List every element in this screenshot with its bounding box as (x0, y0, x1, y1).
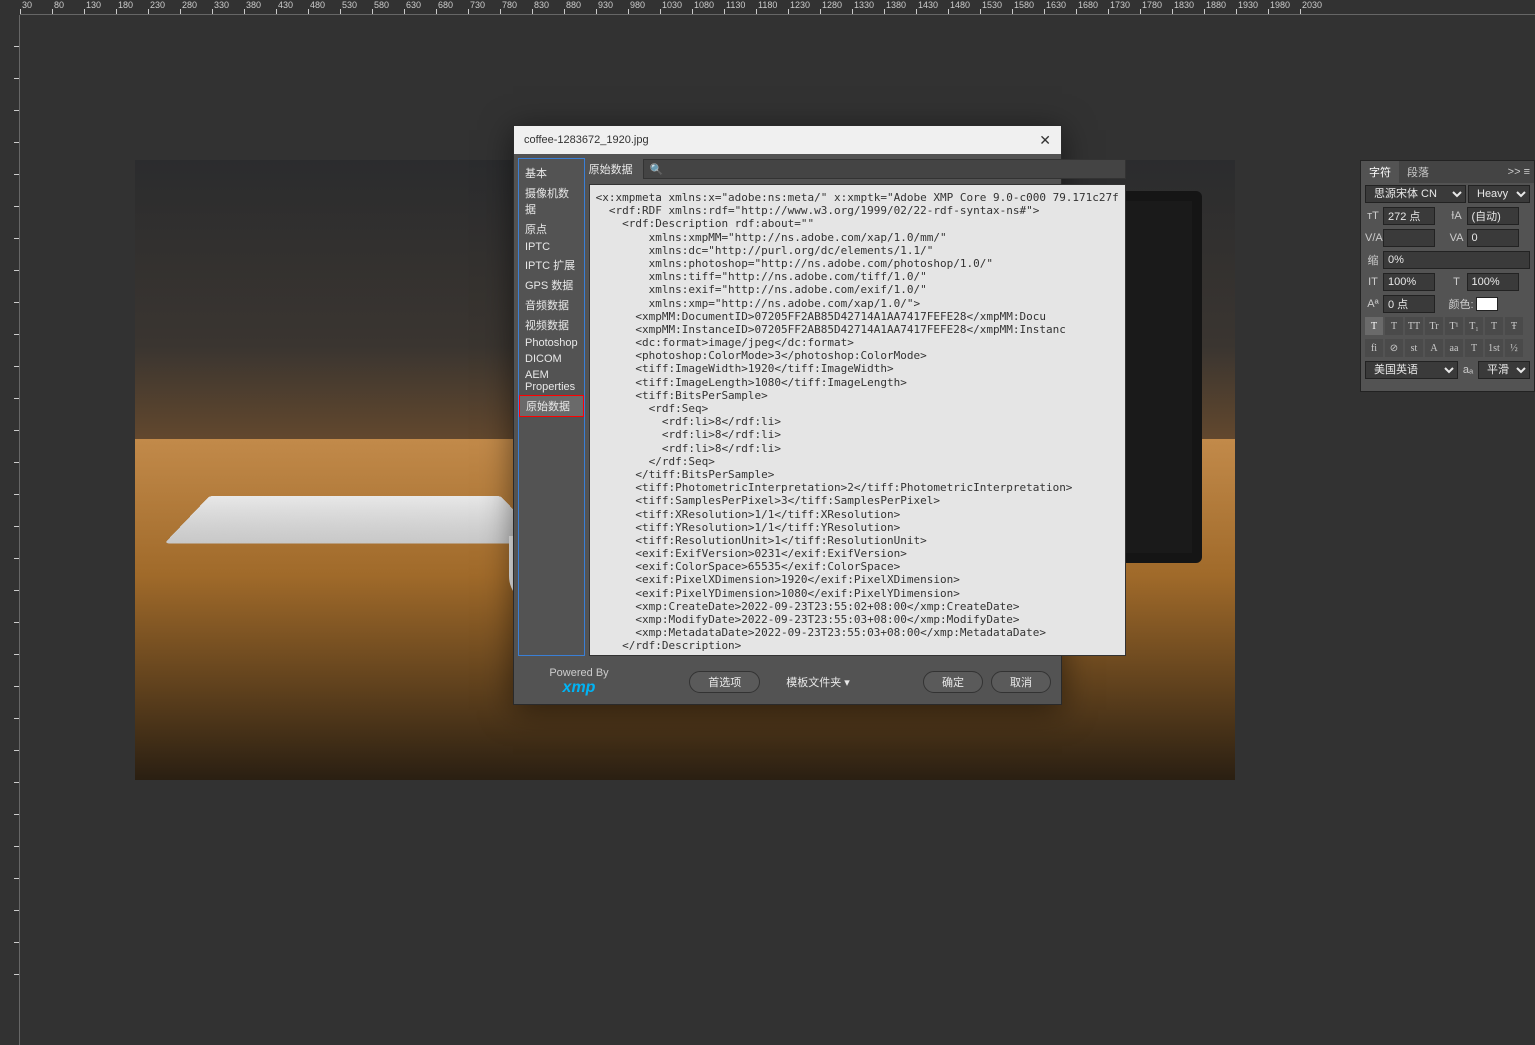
text-style-button[interactable]: T (1385, 317, 1403, 335)
close-icon[interactable]: ✕ (1039, 132, 1051, 149)
font-family-select[interactable]: 思源宋体 CN (1365, 185, 1466, 203)
text-style-button[interactable]: Tr (1425, 317, 1443, 335)
opentype-feature-button[interactable]: ½ (1505, 339, 1523, 357)
kerning-icon: V/A (1365, 232, 1381, 244)
metadata-search-input[interactable] (663, 163, 1118, 175)
font-size-icon: тT (1365, 210, 1381, 222)
tab-paragraph[interactable]: 段落 (1399, 161, 1437, 183)
opentype-feature-button[interactable]: fi (1365, 339, 1383, 357)
text-style-row-1: TTTTTrT¹T₁TŦ (1361, 315, 1534, 337)
leading-input[interactable] (1467, 207, 1519, 225)
ok-button[interactable]: 确定 (923, 671, 983, 693)
metadata-category-item[interactable]: 原点 (519, 219, 584, 239)
pane-title: 原始数据 (589, 161, 633, 177)
dialog-title-text: coffee-1283672_1920.jpg (524, 134, 649, 146)
tracking-icon: VA (1449, 232, 1465, 244)
opentype-feature-button[interactable]: T (1465, 339, 1483, 357)
vertical-scale-icon: IT (1365, 276, 1381, 288)
tab-character[interactable]: 字符 (1361, 161, 1399, 183)
text-style-button[interactable]: TT (1405, 317, 1423, 335)
powered-by: Powered By xmp (524, 667, 634, 697)
font-size-input[interactable] (1383, 207, 1435, 225)
horizontal-scale-icon: T (1449, 276, 1465, 288)
dialog-titlebar[interactable]: coffee-1283672_1920.jpg ✕ (514, 126, 1061, 154)
metadata-category-item[interactable]: 视频数据 (519, 315, 584, 335)
baseline-shift-icon: Aª (1365, 298, 1381, 310)
opentype-feature-button[interactable]: ⊘ (1385, 339, 1403, 357)
metadata-category-item[interactable]: 基本 (519, 163, 584, 183)
metadata-category-item[interactable]: Photoshop (519, 335, 584, 351)
baseline-shift-input[interactable] (1383, 295, 1435, 313)
tracking-input[interactable] (1467, 229, 1519, 247)
metadata-category-item[interactable]: IPTC 扩展 (519, 255, 584, 275)
kerning-input[interactable] (1383, 229, 1435, 247)
antialias-icon: aₐ (1460, 364, 1476, 376)
ruler-vertical (0, 15, 20, 1045)
text-color-swatch[interactable] (1476, 297, 1498, 311)
template-folder-button[interactable]: 模板文件夹 ▾ (768, 672, 868, 692)
opentype-feature-button[interactable]: st (1405, 339, 1423, 357)
scale-label: 缩 (1365, 252, 1381, 268)
image-book (164, 496, 545, 543)
raw-metadata-textarea[interactable]: <x:xmpmeta xmlns:x="adobe:ns:meta/" x:xm… (589, 184, 1126, 656)
text-style-button[interactable]: T¹ (1445, 317, 1463, 335)
horizontal-scale-input[interactable] (1467, 273, 1519, 291)
metadata-category-item[interactable]: DICOM (519, 351, 584, 367)
cancel-button[interactable]: 取消 (991, 671, 1051, 693)
text-style-button[interactable]: T (1365, 317, 1383, 335)
text-style-button[interactable]: Ŧ (1505, 317, 1523, 335)
ruler-horizontal: 3080130180230280330380430480530580630680… (20, 0, 1535, 15)
text-style-button[interactable]: T (1485, 317, 1503, 335)
powered-label: Powered By (524, 667, 634, 679)
metadata-category-list: 基本摄像机数据原点IPTCIPTC 扩展GPS 数据音频数据视频数据Photos… (518, 158, 585, 656)
metadata-category-item[interactable]: 原始数据 (519, 395, 584, 417)
file-info-dialog: coffee-1283672_1920.jpg ✕ 基本摄像机数据原点IPTCI… (513, 125, 1062, 705)
text-style-row-2: fi⊘stAaaT1st½ (1361, 337, 1534, 359)
xmp-logo: xmp (524, 679, 634, 697)
color-label: 颜色: (1449, 296, 1474, 312)
vertical-scale-input[interactable] (1383, 273, 1435, 291)
scale-input[interactable] (1383, 251, 1530, 269)
panel-menu-icon[interactable]: >> ≡ (1504, 166, 1534, 178)
opentype-feature-button[interactable]: A (1425, 339, 1443, 357)
metadata-category-item[interactable]: 摄像机数据 (519, 183, 584, 219)
opentype-feature-button[interactable]: 1st (1485, 339, 1503, 357)
preferences-button[interactable]: 首选项 (689, 671, 760, 693)
character-panel: 字符 段落 >> ≡ 思源宋体 CN Heavy тT ƗA V/A VA 缩 … (1360, 160, 1535, 392)
metadata-pane: 原始数据 🔍 <x:xmpmeta xmlns:x="adobe:ns:meta… (589, 158, 1126, 656)
metadata-category-item[interactable]: IPTC (519, 239, 584, 255)
language-select[interactable]: 美国英语 (1365, 361, 1458, 379)
search-icon: 🔍 (650, 163, 664, 176)
metadata-category-item[interactable]: GPS 数据 (519, 275, 584, 295)
font-style-select[interactable]: Heavy (1468, 185, 1530, 203)
text-style-button[interactable]: T₁ (1465, 317, 1483, 335)
metadata-category-item[interactable]: AEM Properties (519, 367, 584, 395)
metadata-category-item[interactable]: 音频数据 (519, 295, 584, 315)
antialias-select[interactable]: 平滑 (1478, 361, 1530, 379)
metadata-search[interactable]: 🔍 (643, 159, 1126, 179)
opentype-feature-button[interactable]: aa (1445, 339, 1463, 357)
leading-icon: ƗA (1449, 210, 1465, 222)
